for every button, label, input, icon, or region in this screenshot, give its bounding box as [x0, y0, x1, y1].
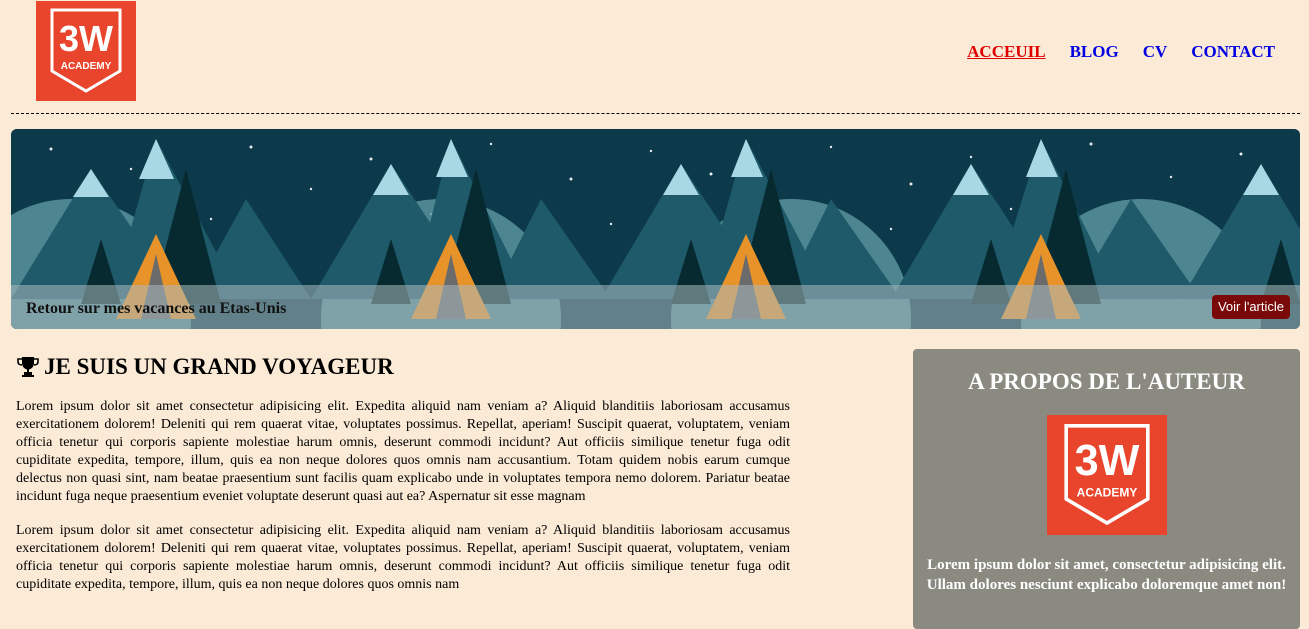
logo-mark: 3W: [1074, 437, 1139, 485]
nav-link-blog[interactable]: BLOG: [1070, 42, 1119, 62]
logo-wordmark: ACADEMY: [1076, 486, 1137, 500]
nav-link-acceuil[interactable]: ACCEUIL: [967, 42, 1045, 62]
page-heading: JE SUIS UN GRAND VOYAGEUR: [16, 350, 790, 384]
body-paragraph: Lorem ipsum dolor sit amet consectetur a…: [16, 523, 790, 592]
main-content: JE SUIS UN GRAND VOYAGEUR Lorem ipsum do…: [16, 350, 790, 594]
sidebar-text: Lorem ipsum dolor sit amet, consectetur …: [926, 557, 1287, 593]
logo[interactable]: 3W ACADEMY: [36, 1, 136, 101]
logo-wordmark: ACADEMY: [61, 61, 112, 72]
logo-mark: 3W: [59, 18, 113, 59]
site-header: 3W ACADEMY ACCEUIL BLOG CV CONTACT: [0, 0, 1309, 114]
read-article-button[interactable]: Voir l'article: [1211, 295, 1290, 319]
sidebar-heading: A PROPOS DE L'AUTEUR: [968, 369, 1245, 394]
hero-banner: Retour sur mes vacances au Etas-Unis Voi…: [11, 129, 1300, 329]
author-logo: 3W ACADEMY: [1046, 415, 1167, 535]
main-nav: ACCEUIL BLOG CV CONTACT: [943, 42, 1275, 62]
nav-link-contact[interactable]: CONTACT: [1191, 42, 1275, 62]
shield-logo-icon: 3W ACADEMY: [50, 8, 122, 93]
author-sidebar: A PROPOS DE L'AUTEUR 3W ACADEMY Lorem ip…: [913, 349, 1300, 629]
page-heading-text: JE SUIS UN GRAND VOYAGEUR: [44, 354, 394, 379]
nav-link-cv[interactable]: CV: [1143, 42, 1168, 62]
header-divider: [11, 113, 1300, 114]
trophy-icon: [17, 357, 39, 377]
shield-logo-icon: 3W ACADEMY: [1063, 424, 1150, 526]
body-paragraph: Lorem ipsum dolor sit amet consectetur a…: [16, 399, 790, 504]
banner-title: Retour sur mes vacances au Etas-Unis: [26, 300, 287, 317]
